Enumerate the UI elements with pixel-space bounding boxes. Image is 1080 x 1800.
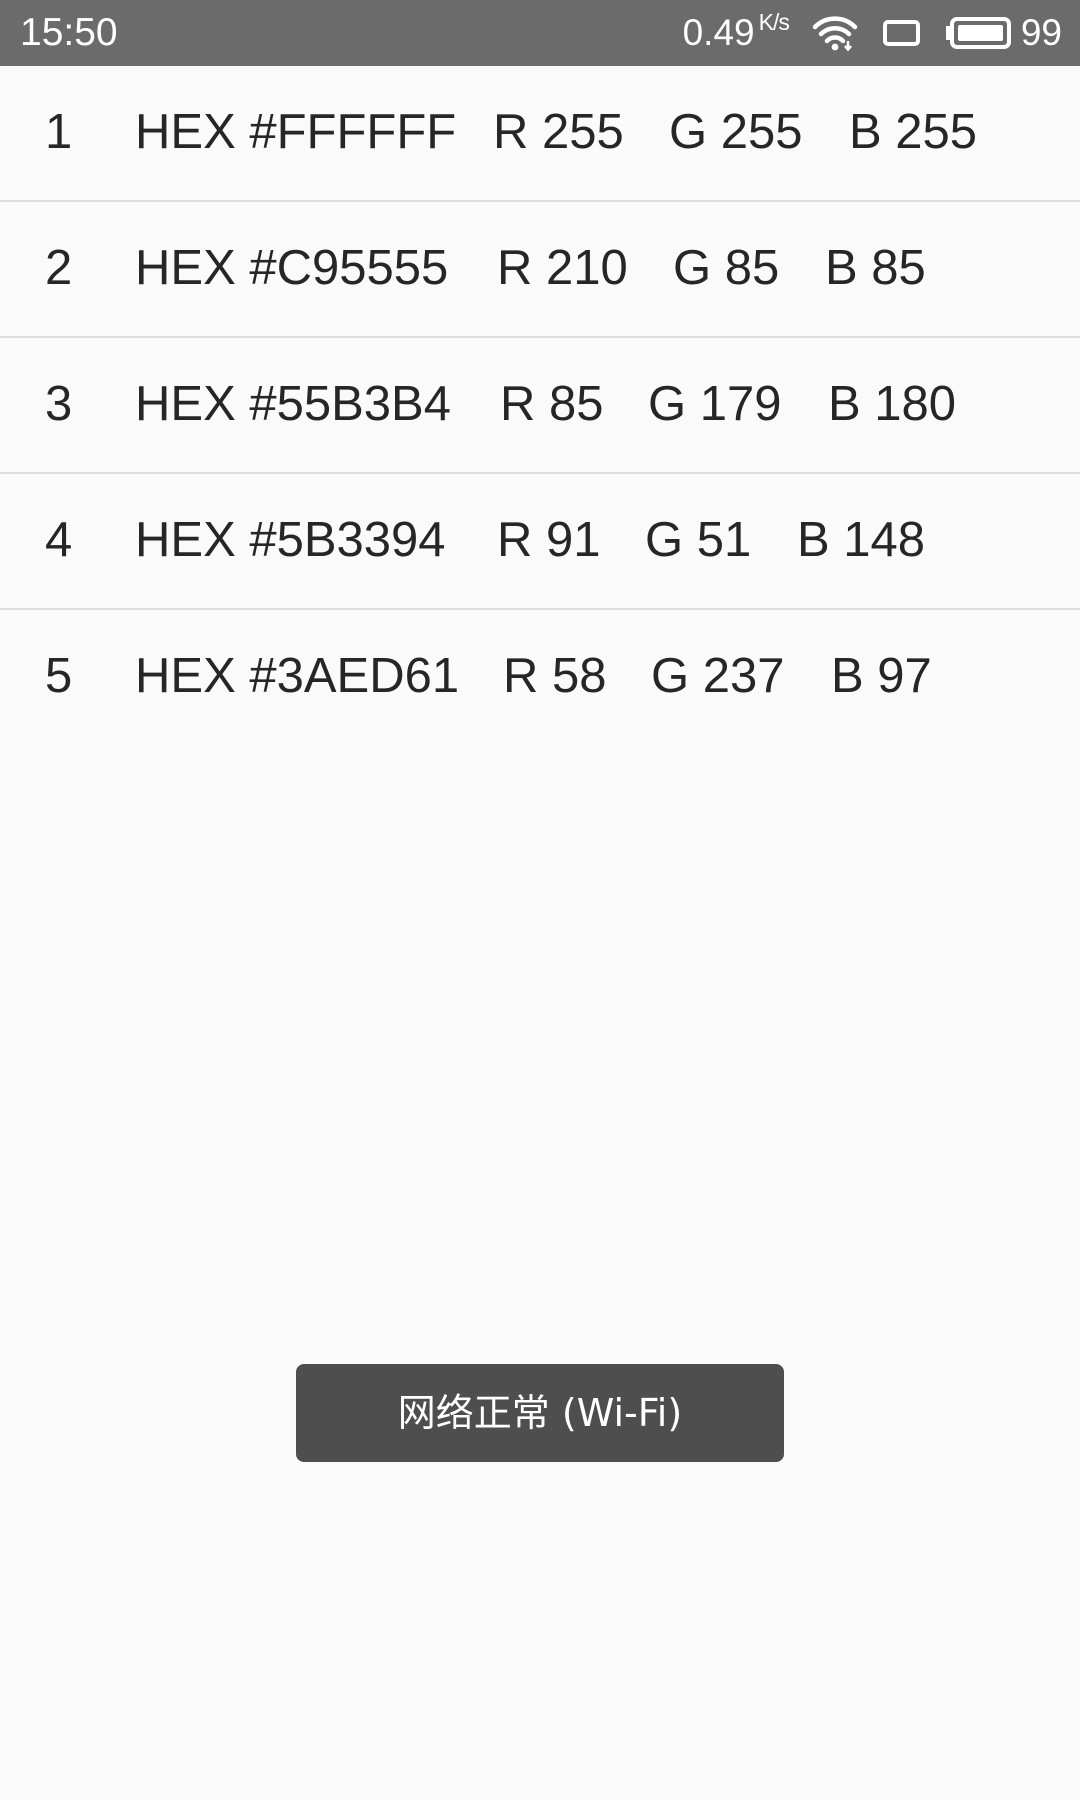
color-hex: HEX #FFFFFF: [135, 105, 457, 159]
color-green: G 255: [669, 105, 803, 159]
color-green: G 237: [651, 649, 785, 703]
list-item[interactable]: 1 HEX #FFFFFF R 255 G 255 B 255: [0, 66, 1080, 202]
color-green: G 85: [673, 241, 780, 295]
color-red: R 58: [503, 649, 607, 703]
color-index: 5: [45, 649, 73, 703]
list-item[interactable]: 3 HEX #55B3B4 R 85 G 179 B 180: [0, 338, 1080, 474]
color-red: R 255: [493, 105, 624, 159]
color-hex: HEX #3AED61: [135, 649, 460, 703]
color-hex: HEX #C95555: [135, 241, 449, 295]
status-bar: 15:50 0.49 K/s 99: [0, 0, 1080, 66]
network-speed-unit: K/s: [758, 9, 790, 35]
color-blue: B 255: [849, 105, 978, 159]
status-time: 15:50: [20, 11, 118, 54]
network-status-toast: 网络正常 (Wi-Fi): [296, 1364, 784, 1462]
list-item[interactable]: 2 HEX #C95555 R 210 G 85 B 85: [0, 202, 1080, 338]
color-hex: HEX #5B3394: [135, 513, 446, 567]
status-indicators: 0.49 K/s 99: [683, 8, 1062, 58]
color-index: 4: [45, 513, 73, 567]
wifi-icon: [812, 16, 858, 52]
list-item[interactable]: 4 HEX #5B3394 R 91 G 51 B 148: [0, 474, 1080, 610]
color-list: 1 HEX #FFFFFF R 255 G 255 B 255 2 HEX #C…: [0, 66, 1080, 746]
color-blue: B 85: [825, 241, 926, 295]
color-hex: HEX #55B3B4: [135, 377, 451, 431]
color-red: R 85: [500, 377, 604, 431]
color-index: 3: [45, 377, 73, 431]
network-speed: 0.49: [682, 12, 755, 53]
screen-rotation-icon: [882, 20, 920, 46]
color-blue: B 97: [831, 649, 932, 703]
list-item[interactable]: 5 HEX #3AED61 R 58 G 237 B 97: [0, 610, 1080, 746]
color-blue: B 180: [828, 377, 957, 431]
battery-icon: [945, 17, 1011, 49]
color-index: 2: [45, 241, 73, 295]
color-index: 1: [45, 105, 73, 159]
battery-level: 99: [1020, 12, 1062, 53]
color-blue: B 148: [797, 513, 926, 567]
color-red: R 91: [497, 513, 601, 567]
color-green: G 51: [645, 513, 752, 567]
color-red: R 210: [497, 241, 628, 295]
color-green: G 179: [648, 377, 782, 431]
